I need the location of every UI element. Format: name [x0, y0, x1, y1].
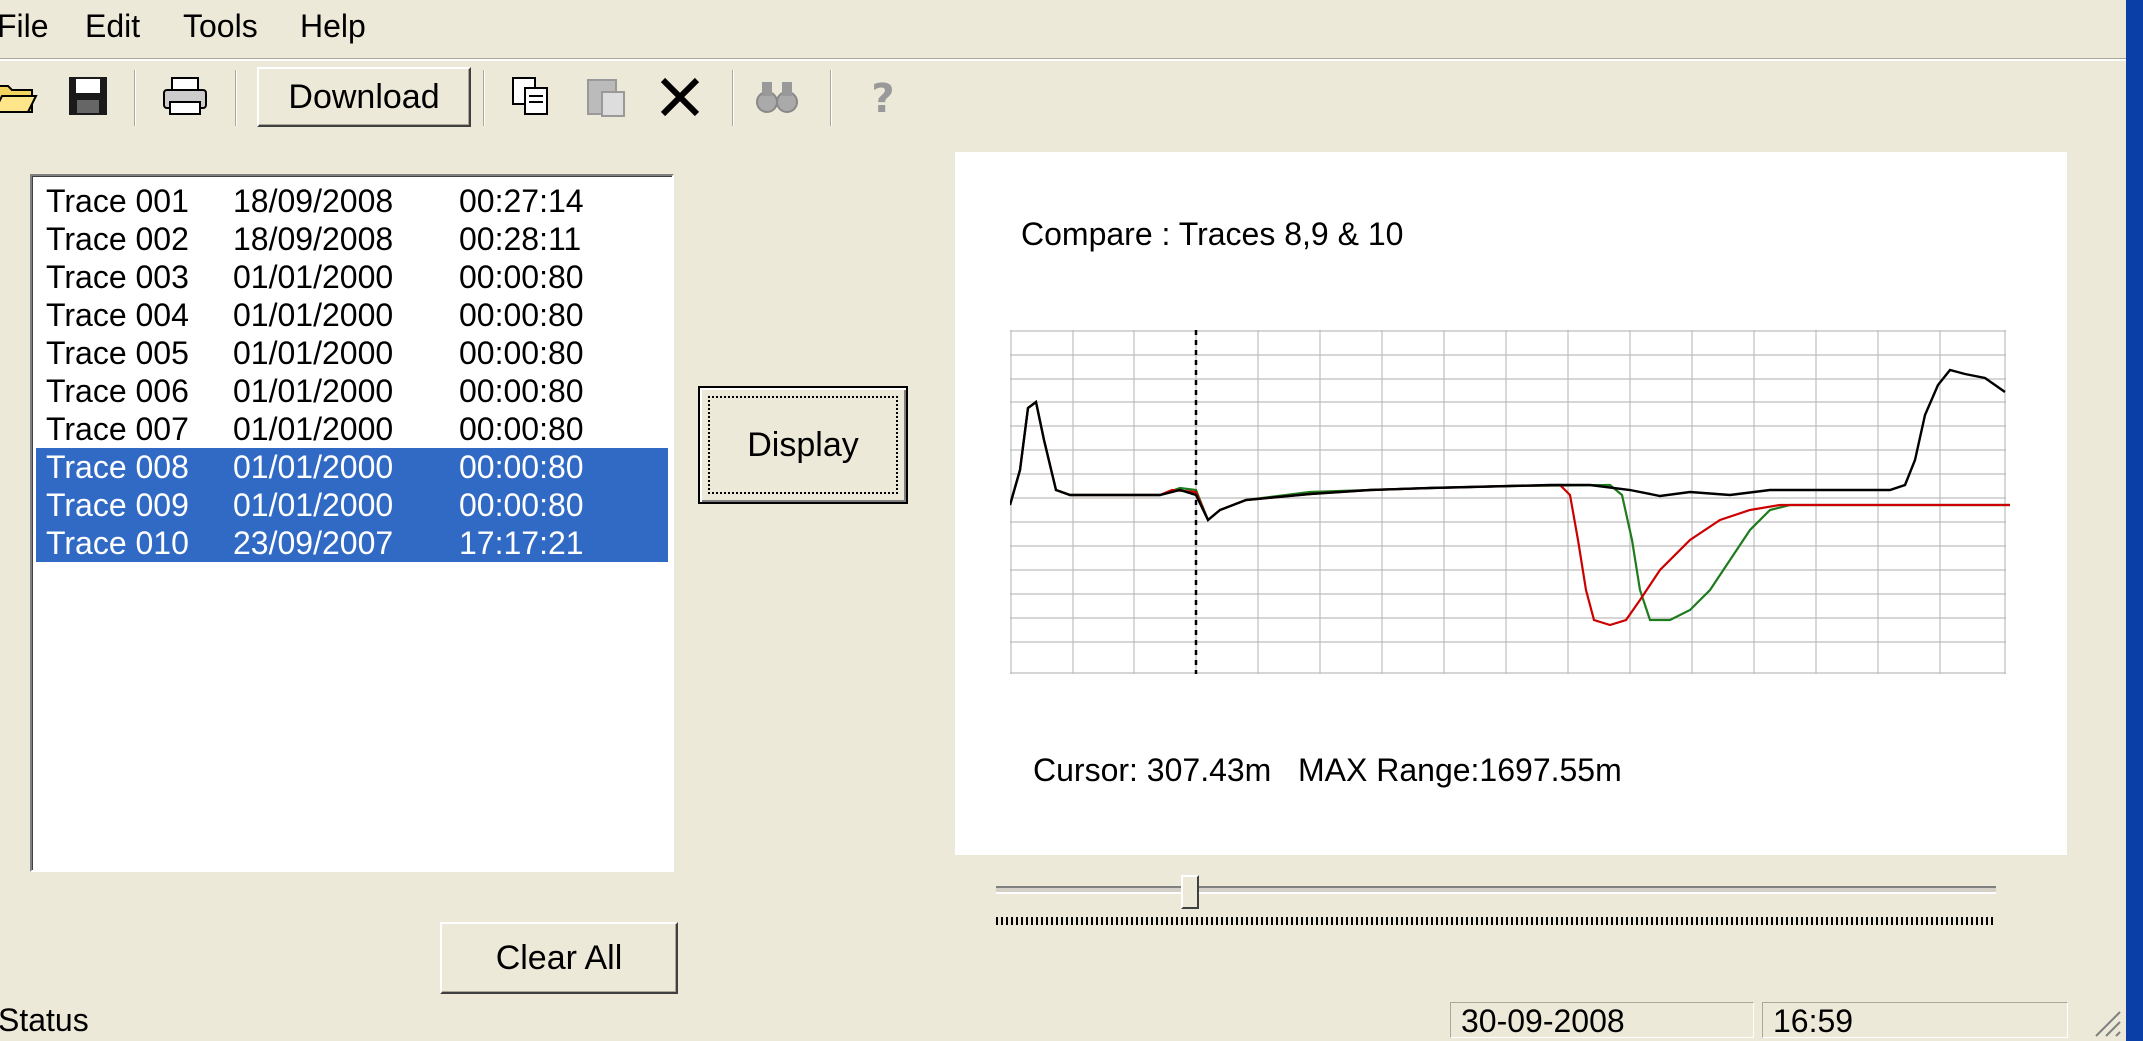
toolbar-separator — [134, 70, 136, 126]
series-line-red — [1010, 400, 2010, 627]
chart-title: Compare : Traces 8,9 & 10 — [1021, 216, 1404, 252]
copy-icon[interactable] — [507, 72, 557, 122]
series-line-green — [1010, 400, 2010, 622]
chart-grid — [1010, 330, 2006, 674]
trace-name: Trace 006 — [46, 373, 189, 409]
toolbar: Download ? — [0, 62, 2126, 132]
list-item[interactable]: Trace 005 01/01/2000 00:00:80 — [36, 334, 668, 372]
trace-time: 00:00:80 — [459, 297, 584, 333]
list-item[interactable]: Trace 009 01/01/2000 00:00:80 — [36, 486, 668, 524]
trace-date: 01/01/2000 — [233, 297, 394, 333]
slider-ticks — [996, 917, 1996, 925]
window-edge — [2126, 0, 2143, 1041]
help-icon: ? — [858, 72, 908, 122]
trace-date: 23/09/2007 — [233, 525, 394, 561]
cursor-slider[interactable] — [996, 875, 1996, 935]
trace-chart[interactable] — [1010, 330, 2010, 675]
trace-date: 01/01/2000 — [233, 411, 394, 447]
trace-date: 01/01/2000 — [233, 487, 394, 523]
trace-date: 01/01/2000 — [233, 449, 394, 485]
paste-icon — [582, 72, 632, 122]
list-item[interactable]: Trace 006 01/01/2000 00:00:80 — [36, 372, 668, 410]
toolbar-separator — [830, 70, 832, 126]
save-icon[interactable] — [64, 72, 114, 122]
svg-text:?: ? — [871, 76, 894, 122]
toolbar-separator — [235, 70, 237, 126]
trace-time: 00:27:14 — [459, 183, 584, 219]
trace-name: Trace 005 — [46, 335, 189, 371]
trace-name: Trace 010 — [46, 525, 189, 561]
trace-time: 00:00:80 — [459, 487, 584, 523]
trace-time: 00:00:80 — [459, 449, 584, 485]
list-item[interactable]: Trace 010 23/09/2007 17:17:21 — [36, 524, 668, 562]
trace-date: 18/09/2008 — [233, 221, 394, 257]
slider-thumb[interactable] — [1181, 875, 1199, 909]
trace-time: 00:00:80 — [459, 335, 584, 371]
status-text: Status — [0, 1002, 89, 1038]
slider-track — [996, 886, 1996, 894]
toolbar-separator — [483, 70, 485, 126]
trace-time: 17:17:21 — [459, 525, 584, 561]
cursor-value: Cursor: 307.43m — [1033, 752, 1272, 788]
list-item[interactable]: Trace 008 01/01/2000 00:00:80 — [36, 448, 668, 486]
cursor-readout: Cursor: 307.43m MAX Range:1697.55m — [1033, 750, 1622, 790]
status-time: 16:59 — [1762, 1002, 2068, 1039]
trace-name: Trace 004 — [46, 297, 189, 333]
trace-time: 00:00:80 — [459, 373, 584, 409]
trace-date: 18/09/2008 — [233, 183, 394, 219]
list-item[interactable]: Trace 004 01/01/2000 00:00:80 — [36, 296, 668, 334]
list-item[interactable]: Trace 001 18/09/2008 00:27:14 — [36, 182, 668, 220]
trace-time: 00:00:80 — [459, 259, 584, 295]
trace-time: 00:00:80 — [459, 411, 584, 447]
trace-name: Trace 001 — [46, 183, 189, 219]
menu-file[interactable]: File — [0, 4, 49, 48]
focus-rect — [708, 396, 898, 494]
menu-tools[interactable]: Tools — [183, 4, 258, 48]
toolbar-separator — [732, 70, 734, 126]
display-button[interactable]: Display — [698, 386, 908, 504]
trace-date: 01/01/2000 — [233, 335, 394, 371]
list-item[interactable]: Trace 007 01/01/2000 00:00:80 — [36, 410, 668, 448]
max-range-value: MAX Range:1697.55m — [1298, 752, 1622, 788]
download-button[interactable]: Download — [257, 67, 471, 127]
trace-time: 00:28:11 — [459, 221, 582, 257]
menu-divider — [0, 58, 2126, 61]
binoculars-icon — [752, 72, 802, 122]
open-folder-icon[interactable] — [0, 72, 40, 122]
trace-name: Trace 007 — [46, 411, 189, 447]
status-bar: Status 30-09-2008 16:59 — [0, 1000, 2126, 1041]
menu-edit[interactable]: Edit — [85, 4, 140, 48]
status-date: 30-09-2008 — [1450, 1002, 1754, 1039]
trace-name: Trace 009 — [46, 487, 189, 523]
list-item[interactable]: Trace 002 18/09/2008 00:28:11 — [36, 220, 668, 258]
resize-grip-icon[interactable] — [2090, 1006, 2122, 1038]
trace-name: Trace 008 — [46, 449, 189, 485]
trace-name: Trace 002 — [46, 221, 189, 257]
trace-name: Trace 003 — [46, 259, 189, 295]
trace-list[interactable]: Trace 001 18/09/2008 00:27:14 Trace 002 18/… — [30, 174, 674, 872]
printer-icon[interactable] — [160, 72, 210, 122]
menu-bar: File Edit Tools Help — [0, 0, 2126, 56]
list-item[interactable]: Trace 003 01/01/2000 00:00:80 — [36, 258, 668, 296]
trace-date: 01/01/2000 — [233, 259, 394, 295]
delete-icon[interactable] — [655, 72, 705, 122]
menu-help[interactable]: Help — [300, 4, 366, 48]
trace-date: 01/01/2000 — [233, 373, 394, 409]
clear-all-button[interactable]: Clear All — [440, 922, 678, 994]
